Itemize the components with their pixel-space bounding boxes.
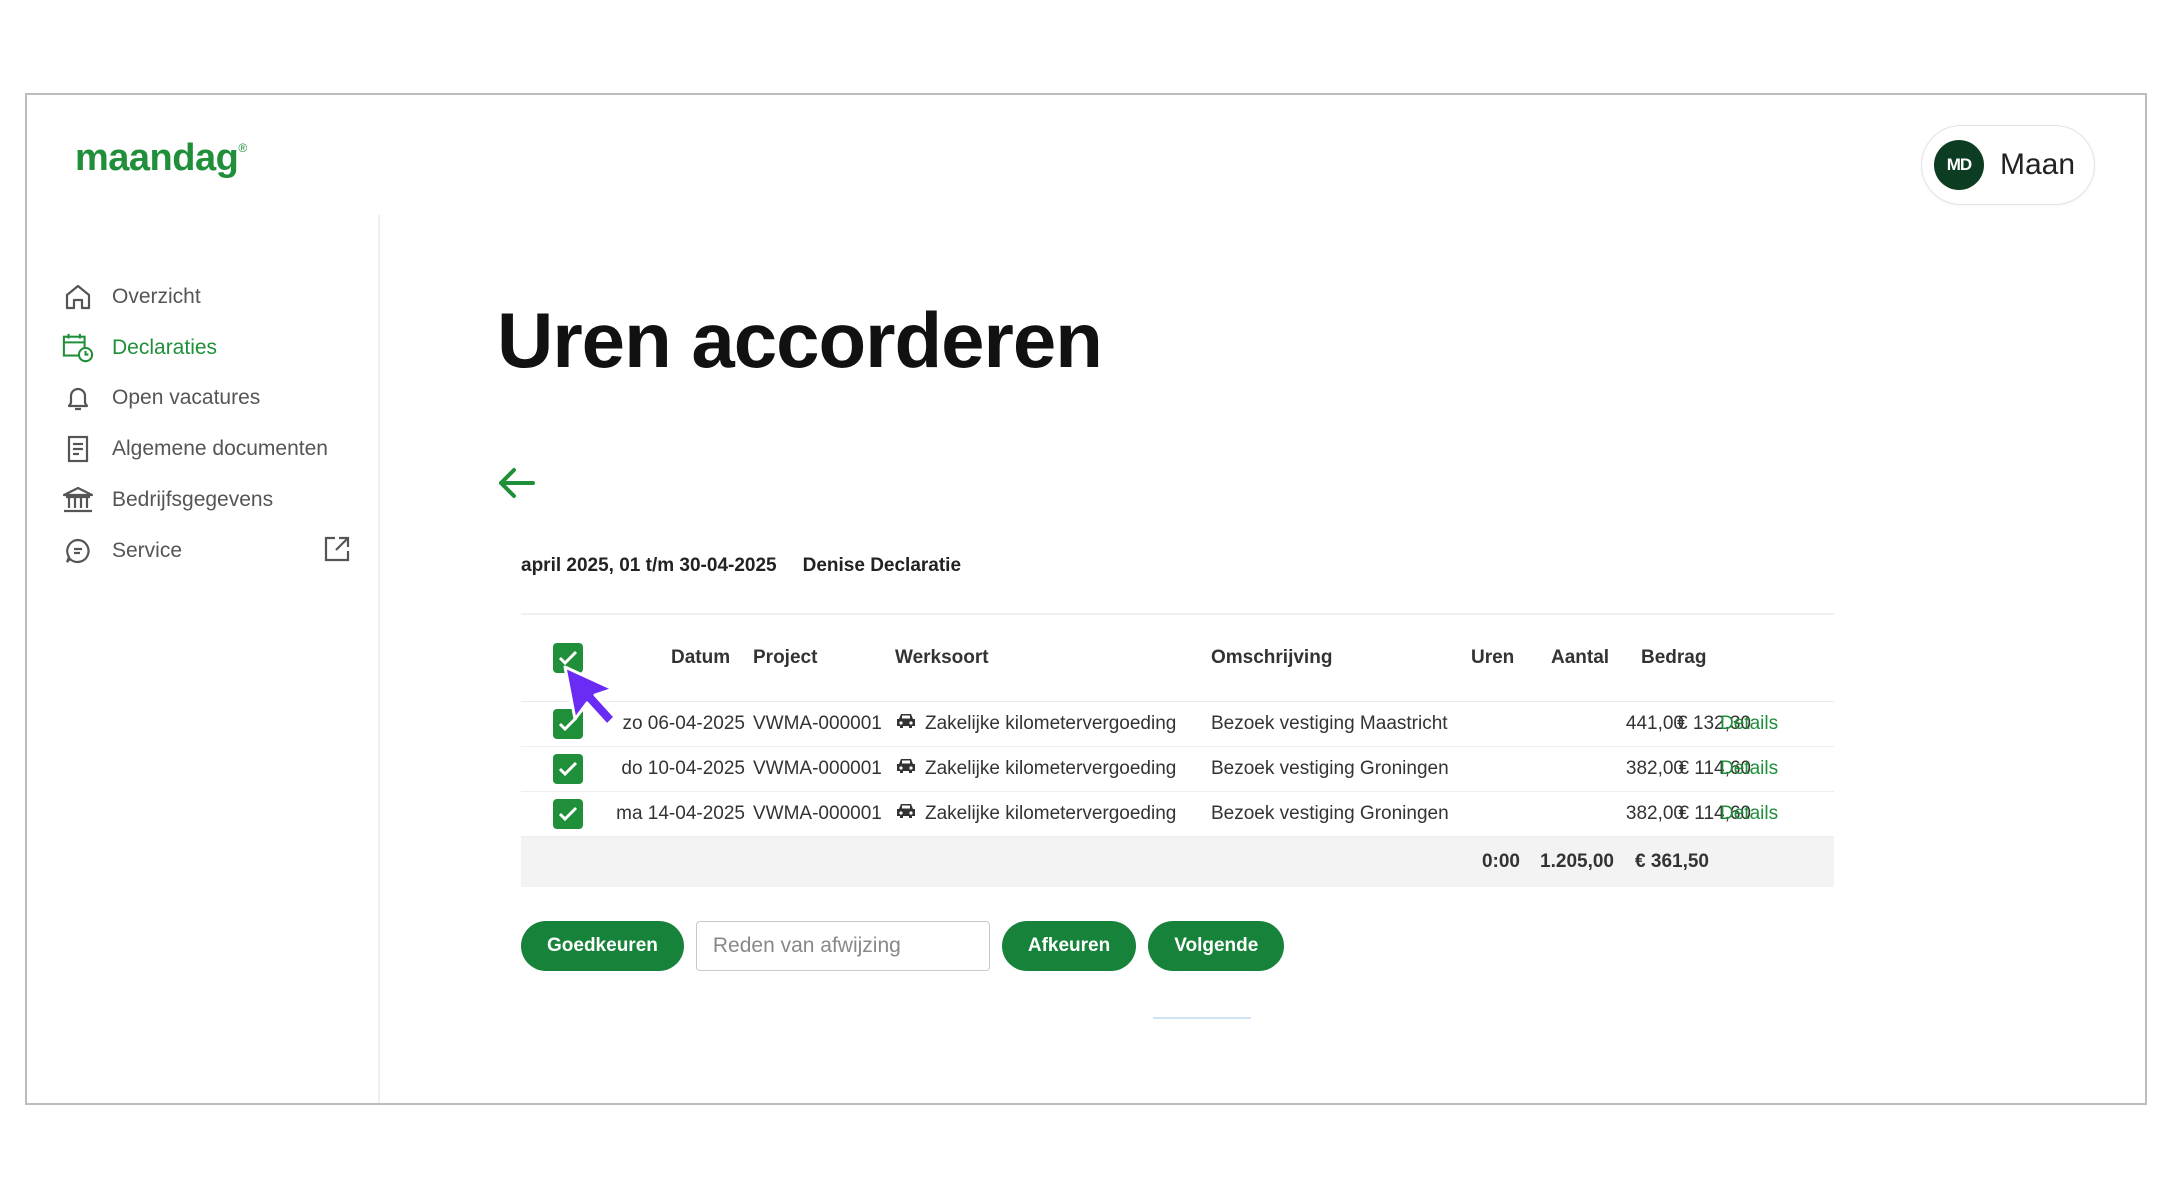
sidebar-item-service[interactable]: Service: [62, 531, 352, 571]
home-icon: [62, 281, 94, 313]
car-icon: [895, 757, 917, 781]
logo-text: maandag: [75, 137, 239, 179]
declaration-meta: april 2025, 01 t/m 30-04-2025 Denise Dec…: [521, 555, 961, 577]
period-label: april 2025, 01 t/m 30-04-2025: [521, 555, 777, 576]
column-header-project[interactable]: Project: [753, 647, 817, 669]
bank-icon: [62, 484, 94, 516]
cell-project: VWMA-000001: [753, 758, 882, 779]
cell-werksoort: Zakelijke kilometervergoeding: [895, 802, 1176, 826]
total-bedrag: € 361,50: [1635, 851, 1709, 872]
sidebar-item-label: Overzicht: [112, 285, 201, 308]
sidebar-item-label: Declaraties: [112, 336, 218, 359]
cell-omschrijving: Bezoek vestiging Groningen: [1211, 803, 1449, 824]
reject-reason-input[interactable]: [695, 921, 990, 971]
back-arrow-icon[interactable]: [497, 465, 537, 506]
table-row[interactable]: zo 06-04-2025 VWMA-000001 Zakelijke kilo…: [521, 702, 1834, 747]
reject-button[interactable]: Afkeuren: [1001, 921, 1137, 971]
document-icon: [62, 433, 94, 465]
external-link-icon[interactable]: [322, 534, 352, 570]
column-header-werksoort[interactable]: Werksoort: [895, 647, 989, 669]
details-link[interactable]: Details: [1720, 758, 1778, 780]
cell-werksoort: Zakelijke kilometervergoeding: [895, 712, 1176, 736]
maandag-logo[interactable]: maandag®: [75, 137, 247, 180]
cell-werksoort-text: Zakelijke kilometervergoeding: [925, 713, 1177, 735]
user-menu-button[interactable]: MD Maan: [1921, 125, 2095, 205]
sidebar-item-label: Algemene documenten: [112, 437, 328, 460]
avatar: MD: [1934, 140, 1984, 190]
table-header: Datum Project Werksoort Omschrijving Ure…: [521, 615, 1834, 727]
next-button[interactable]: Volgende: [1148, 921, 1285, 971]
sidebar-item-bedrijfsgegevens[interactable]: Bedrijfsgegevens: [62, 480, 352, 520]
cell-aantal: 382,00: [1625, 758, 1684, 779]
cell-werksoort-text: Zakelijke kilometervergoeding: [925, 803, 1177, 825]
logo-registered-mark: ®: [238, 141, 247, 155]
cell-datum: do 10-04-2025: [621, 758, 745, 779]
column-header-uren[interactable]: Uren: [1471, 647, 1514, 669]
sidebar-item-overzicht[interactable]: Overzicht: [62, 277, 352, 317]
cell-datum: ma 14-04-2025: [616, 803, 745, 824]
cell-project: VWMA-000001: [753, 803, 882, 824]
table-row[interactable]: do 10-04-2025 VWMA-000001 Zakelijke kilo…: [521, 747, 1834, 792]
sidebar-item-algemene-documenten[interactable]: Algemene documenten: [62, 429, 352, 469]
focus-underline: [1153, 1017, 1251, 1019]
sidebar-item-label: Bedrijfsgegevens: [112, 488, 274, 511]
column-header-bedrag[interactable]: Bedrag: [1641, 647, 1706, 669]
declaration-table: Datum Project Werksoort Omschrijving Ure…: [521, 613, 1834, 887]
cell-aantal: 441,00: [1625, 713, 1684, 734]
mouse-cursor-icon: [563, 665, 627, 735]
table-row[interactable]: ma 14-04-2025 VWMA-000001 Zakelijke kilo…: [521, 792, 1834, 837]
bell-icon: [62, 382, 94, 414]
chat-icon: [62, 535, 94, 567]
calendar-clock-icon: [62, 332, 94, 364]
sidebar-item-label: Open vacatures: [112, 386, 261, 409]
cell-datum: zo 06-04-2025: [622, 713, 745, 734]
declaration-name: Denise Declaratie: [802, 555, 962, 576]
row-checkbox[interactable]: [553, 799, 583, 829]
row-checkbox[interactable]: [553, 754, 583, 784]
approve-button[interactable]: Goedkeuren: [521, 921, 684, 971]
cell-werksoort-text: Zakelijke kilometervergoeding: [925, 758, 1177, 780]
cell-omschrijving: Bezoek vestiging Groningen: [1211, 758, 1449, 779]
page-title: Uren accorderen: [497, 296, 1103, 384]
column-header-aantal[interactable]: Aantal: [1551, 647, 1609, 669]
app-window: maandag® MD Maan Overzicht Declaraties O…: [25, 93, 2147, 1105]
total-aantal: 1.205,00: [1540, 851, 1614, 872]
sidebar-item-open-vacatures[interactable]: Open vacatures: [62, 378, 352, 418]
sidebar: Overzicht Declaraties Open vacatures Alg…: [27, 215, 380, 1103]
cell-werksoort: Zakelijke kilometervergoeding: [895, 757, 1176, 781]
sidebar-item-label: Service: [112, 539, 183, 562]
total-uren: 0:00: [1481, 851, 1520, 872]
column-header-datum[interactable]: Datum: [671, 647, 730, 669]
user-name: Maan: [2000, 148, 2076, 181]
details-link[interactable]: Details: [1720, 803, 1778, 825]
cell-aantal: 382,00: [1625, 803, 1684, 824]
column-header-omschrijving[interactable]: Omschrijving: [1211, 647, 1332, 669]
cell-project: VWMA-000001: [753, 713, 882, 734]
details-link[interactable]: Details: [1720, 713, 1778, 735]
totals-row: 0:00 1.205,00 € 361,50: [521, 837, 1834, 887]
sidebar-item-declaraties[interactable]: Declaraties: [62, 328, 352, 368]
car-icon: [895, 712, 917, 736]
action-bar: Goedkeuren Afkeuren Volgende: [521, 921, 1285, 971]
car-icon: [895, 802, 917, 826]
cell-omschrijving: Bezoek vestiging Maastricht: [1211, 713, 1448, 734]
